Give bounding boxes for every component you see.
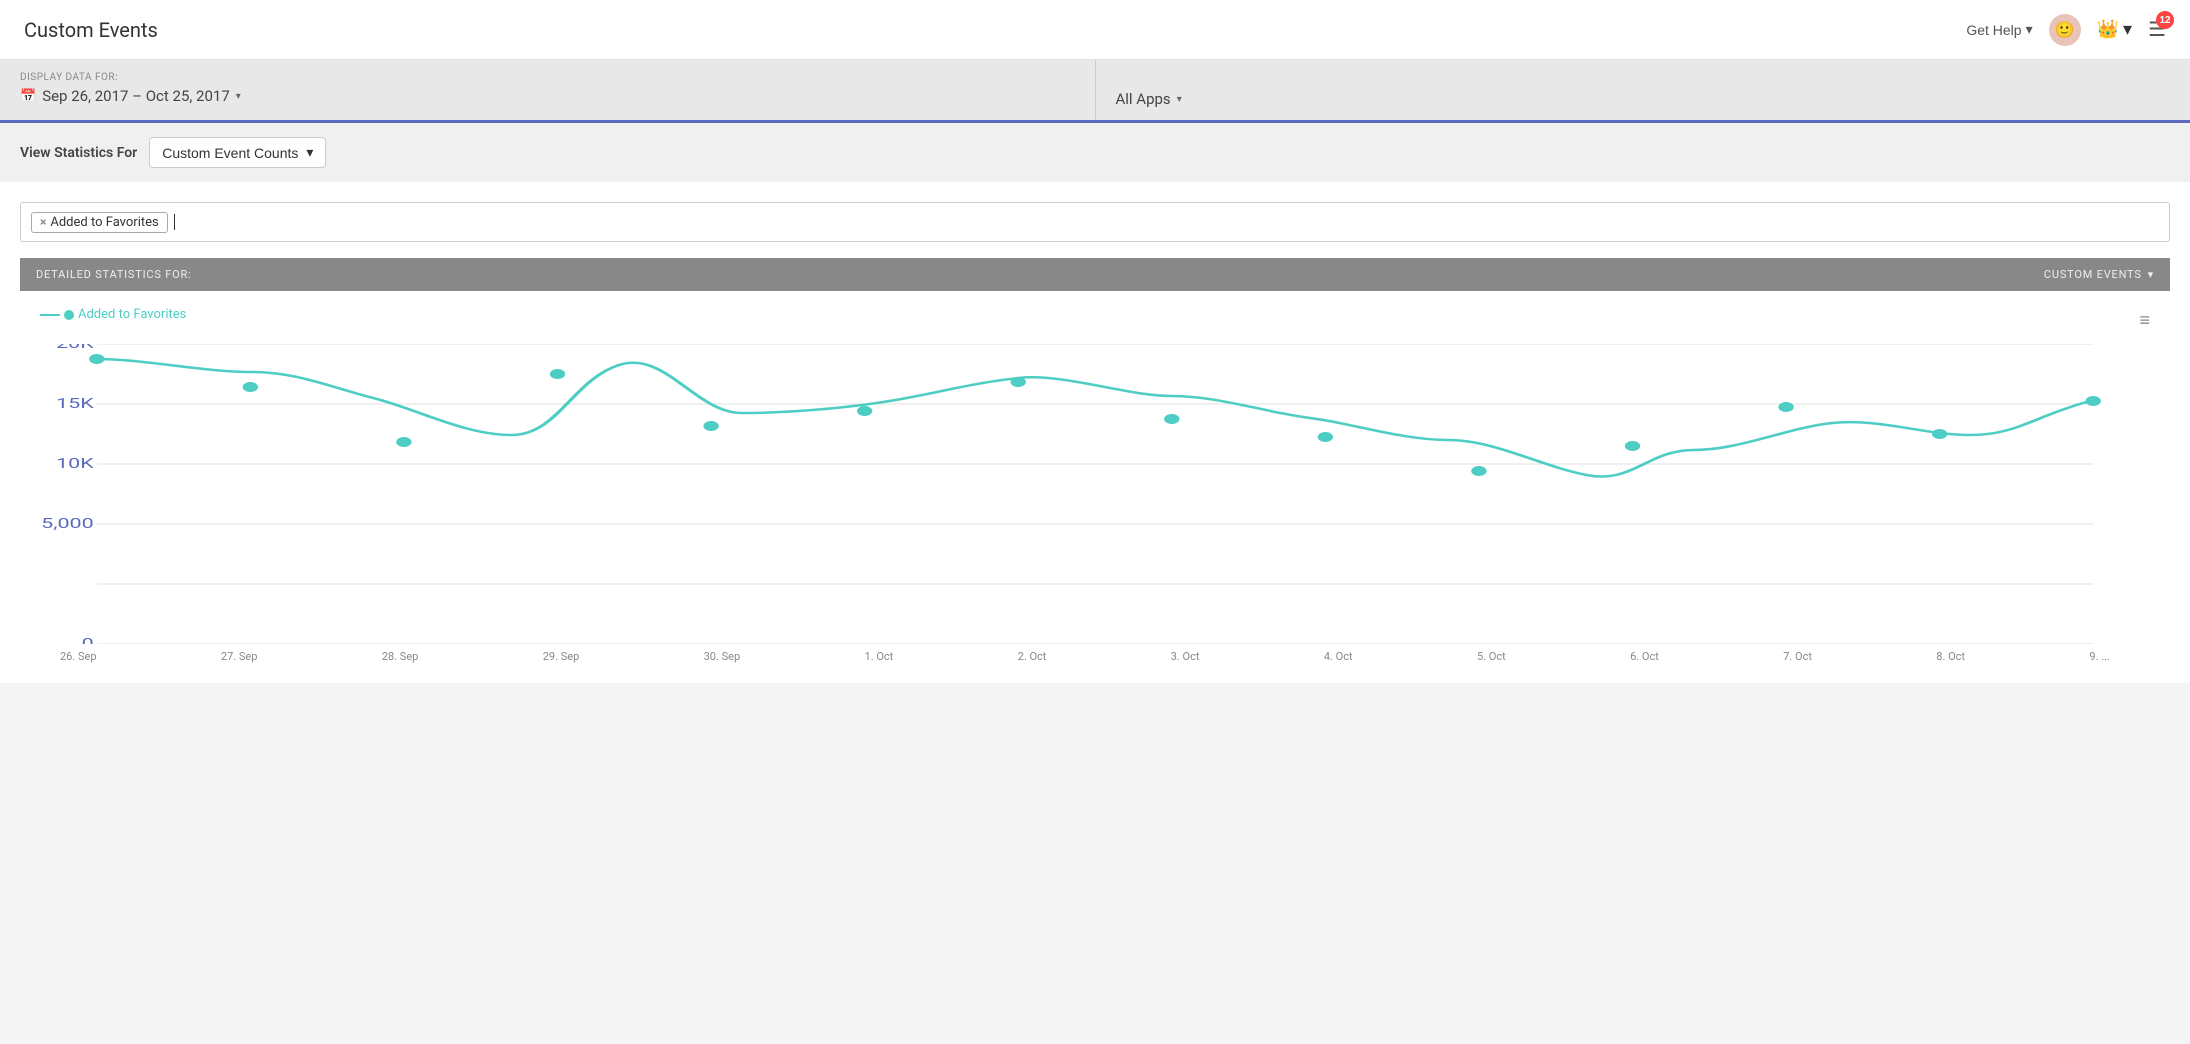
main-content: × Added to Favorites DETAILED STATISTICS… bbox=[0, 182, 2190, 683]
x-label-3: 29. Sep bbox=[543, 650, 580, 663]
data-point bbox=[396, 437, 411, 447]
x-label-13: 9. ... bbox=[2089, 650, 2110, 663]
data-point bbox=[1318, 432, 1333, 442]
chart-svg: 20K 15K 10K 5,000 0 bbox=[20, 344, 2170, 644]
legend-dash bbox=[40, 314, 60, 316]
tag-input-container[interactable]: × Added to Favorites bbox=[20, 202, 2170, 242]
app-filter-dropdown[interactable]: All Apps ▾ bbox=[1116, 90, 2171, 108]
legend-label: Added to Favorites bbox=[78, 307, 186, 322]
x-label-8: 4. Oct bbox=[1324, 650, 1353, 663]
view-stats-bar: View Statistics For Custom Event Counts … bbox=[0, 123, 2190, 182]
x-label-2: 28. Sep bbox=[382, 650, 419, 663]
data-point bbox=[703, 421, 718, 431]
legend-dot bbox=[64, 310, 74, 320]
stats-header-right: CUSTOM EVENTS ▾ bbox=[2044, 268, 2154, 281]
svg-text:0: 0 bbox=[82, 636, 94, 644]
stats-header-label: DETAILED STATISTICS FOR: bbox=[36, 268, 192, 281]
data-point bbox=[1471, 466, 1486, 476]
svg-text:10K: 10K bbox=[56, 456, 94, 472]
get-help-button[interactable]: Get Help ▾ bbox=[1966, 21, 2032, 38]
x-label-4: 30. Sep bbox=[704, 650, 741, 663]
chart-wrapper: 20K 15K 10K 5,000 0 bbox=[20, 344, 2170, 644]
stats-type-value: Custom Event Counts bbox=[162, 145, 298, 161]
x-label-11: 7. Oct bbox=[1783, 650, 1812, 663]
crown-icon: 👑 bbox=[2097, 19, 2119, 40]
chevron-down-icon-app: ▾ bbox=[1177, 94, 1182, 105]
x-label-1: 27. Sep bbox=[221, 650, 258, 663]
data-point bbox=[243, 382, 258, 392]
svg-text:20K: 20K bbox=[56, 344, 94, 352]
filter-bar: DISPLAY DATA FOR: 📅 Sep 26, 2017 – Oct 2… bbox=[0, 60, 2190, 123]
x-label-0: 26. Sep bbox=[60, 650, 97, 663]
chart-area: Added to Favorites ≡ 20K 15K 10K 5,000 0 bbox=[20, 291, 2170, 663]
x-label-5: 1. Oct bbox=[865, 650, 894, 663]
page-title: Custom Events bbox=[24, 18, 158, 42]
svg-text:5,000: 5,000 bbox=[41, 516, 94, 532]
chevron-down-icon: ▾ bbox=[2026, 21, 2033, 38]
notification-badge: 12 bbox=[2156, 11, 2174, 29]
view-stats-label: View Statistics For bbox=[20, 145, 137, 161]
avatar: 🙂 bbox=[2049, 14, 2081, 46]
chevron-down-icon-stats: ▾ bbox=[306, 144, 313, 161]
x-label-6: 2. Oct bbox=[1018, 650, 1047, 663]
crown-badge[interactable]: 👑 ▾ bbox=[2097, 19, 2132, 40]
custom-events-label: CUSTOM EVENTS bbox=[2044, 268, 2142, 281]
data-point bbox=[1778, 402, 1793, 412]
avatar-icon: 🙂 bbox=[2055, 20, 2075, 39]
legend-item: Added to Favorites bbox=[40, 307, 186, 322]
stats-header: DETAILED STATISTICS FOR: CUSTOM EVENTS ▾ bbox=[20, 258, 2170, 291]
x-label-10: 6. Oct bbox=[1630, 650, 1659, 663]
data-point bbox=[1164, 414, 1179, 424]
date-filter-section: DISPLAY DATA FOR: 📅 Sep 26, 2017 – Oct 2… bbox=[0, 60, 1096, 120]
tag-added-to-favorites[interactable]: × Added to Favorites bbox=[31, 212, 168, 233]
input-cursor bbox=[174, 214, 175, 230]
data-point bbox=[1011, 377, 1026, 387]
svg-text:15K: 15K bbox=[56, 396, 94, 412]
data-point bbox=[89, 354, 104, 364]
chart-legend: Added to Favorites bbox=[30, 307, 186, 322]
stats-type-dropdown[interactable]: Custom Event Counts ▾ bbox=[149, 137, 326, 168]
data-point bbox=[1625, 441, 1640, 451]
data-point bbox=[2086, 396, 2101, 406]
x-label-7: 3. Oct bbox=[1171, 650, 1200, 663]
notification-button[interactable]: ☰ 12 bbox=[2148, 17, 2166, 42]
tag-label: Added to Favorites bbox=[50, 215, 158, 230]
chevron-down-icon-crown: ▾ bbox=[2123, 19, 2132, 40]
x-label-9: 5. Oct bbox=[1477, 650, 1506, 663]
app-filter-value: All Apps bbox=[1116, 90, 1171, 108]
data-point bbox=[550, 369, 565, 379]
x-label-12: 8. Oct bbox=[1936, 650, 1965, 663]
tag-remove-button[interactable]: × bbox=[40, 215, 46, 229]
date-range-dropdown[interactable]: 📅 Sep 26, 2017 – Oct 25, 2017 ▾ bbox=[20, 87, 1075, 105]
date-range-value: Sep 26, 2017 – Oct 25, 2017 bbox=[42, 87, 230, 105]
app-filter-section: All Apps ▾ bbox=[1096, 60, 2190, 120]
x-axis-labels: 26. Sep 27. Sep 28. Sep 29. Sep 30. Sep … bbox=[20, 644, 2170, 663]
chevron-down-icon-custom: ▾ bbox=[2148, 268, 2154, 281]
header-right: Get Help ▾ 🙂 👑 ▾ ☰ 12 bbox=[1966, 14, 2166, 46]
display-data-label: DISPLAY DATA FOR: bbox=[20, 72, 1075, 83]
chevron-down-icon-date: ▾ bbox=[236, 91, 241, 102]
header: Custom Events Get Help ▾ 🙂 👑 ▾ ☰ 12 bbox=[0, 0, 2190, 60]
custom-events-dropdown[interactable]: CUSTOM EVENTS ▾ bbox=[2044, 268, 2154, 281]
calendar-icon: 📅 bbox=[20, 89, 36, 104]
chart-line bbox=[97, 359, 2093, 477]
data-point bbox=[1932, 429, 1947, 439]
chart-menu-icon[interactable]: ≡ bbox=[2139, 310, 2150, 331]
data-point bbox=[857, 406, 872, 416]
